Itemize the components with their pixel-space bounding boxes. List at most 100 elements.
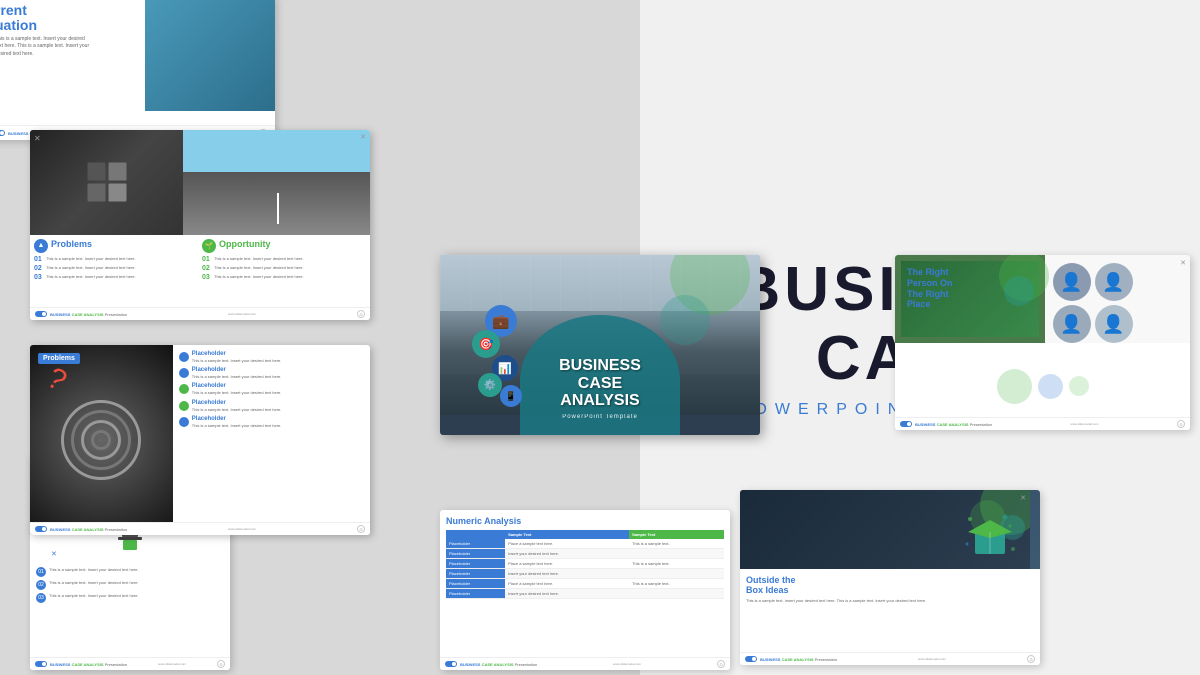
rp-right: 👤 👤 👤 👤 ✕	[1045, 255, 1191, 343]
problem-num-1: 01	[34, 256, 44, 263]
numeric-brand: BUSINESS CASE ANALYSIS Presentation	[460, 662, 537, 667]
row-val1-3: Place a sample text here.	[505, 559, 629, 569]
row-val2-3: This is a sample text.	[629, 559, 724, 569]
slide2-close: ✕	[360, 133, 366, 141]
slide2-header: ✕ ✕	[30, 130, 370, 235]
slide2-road	[183, 130, 370, 235]
ph-circle-4	[179, 401, 189, 411]
ph-row-2: Placeholder This is a sample text. Inser…	[179, 367, 364, 379]
numeric-toggle	[445, 661, 457, 667]
slide-problems-maze[interactable]: ? Problems Placeholder This is a sample …	[30, 345, 370, 535]
rp-header: The Right Person On The Right Place 👤 👤 …	[895, 255, 1190, 343]
problems-badge: Problems	[38, 353, 80, 364]
main-slide-subtitle: PowerPoint Template	[515, 414, 685, 420]
bulb-num-1: 01	[36, 567, 46, 577]
slide-container: rrentuation This is a sample text. Inser…	[0, 0, 640, 675]
ph-content-2: Placeholder This is a sample text. Inser…	[192, 367, 364, 379]
rp-content: The Right Person On The Right Place 👤 👤 …	[895, 255, 1190, 430]
slide2-toggle	[35, 311, 47, 317]
ph-text-3: This is a sample text. Insert your desir…	[192, 390, 364, 395]
rp-toggle	[900, 421, 912, 427]
bulb-item-2: 02 This is a sample text. Insert your de…	[36, 580, 224, 590]
maze-background: ?	[30, 345, 173, 535]
rp-deco-circle-2	[1004, 276, 1034, 306]
outside-footer: BUSINESS CASE ANALYSIS Presentation www.…	[740, 652, 1040, 665]
ph-circle-2	[179, 368, 189, 378]
slide3-right: Placeholder This is a sample text. Inser…	[173, 345, 370, 535]
opp-row-1: 01 This is a sample text. Insert your de…	[202, 256, 366, 263]
row-val1-4: Insert your desired text here.	[505, 569, 629, 579]
row-val2-1: This is a sample text.	[629, 539, 724, 549]
numeric-title: Numeric Analysis	[446, 516, 724, 526]
ph-row-1: Placeholder This is a sample text. Inser…	[179, 351, 364, 363]
deco-circle-teal	[660, 295, 710, 345]
opp-text-1: This is a sample text. Insert your desir…	[214, 256, 304, 261]
ph-circle-3	[179, 384, 189, 394]
row-label-2: Placeholder	[446, 549, 505, 559]
table-row: Placeholder Place a sample text here. Th…	[446, 539, 724, 549]
rp-zoom-icon: ⊙	[1177, 420, 1185, 428]
problem-row-2: 02 This is a sample text. Insert your de…	[34, 265, 198, 272]
row-val1-1: Place a sample text here.	[505, 539, 629, 549]
row-label-3: Placeholder	[446, 559, 505, 569]
numeric-zoom-icon: ⊙	[717, 660, 725, 668]
table-row: Placeholder Insert your desired text her…	[446, 569, 724, 579]
rp-url: www.slidemodel.com	[1071, 422, 1099, 426]
bulb-text-1: This is a sample text. Insert your desir…	[49, 567, 139, 573]
bulb-url: www.slidemodel.com	[158, 662, 186, 666]
ph-row-4: Placeholder This is a sample text. Inser…	[179, 400, 364, 412]
slide-problems-opportunity[interactable]: ✕ ✕ ▲ Problems 01 This is a sample text.…	[30, 130, 370, 320]
slide2-content: ✕ ✕ ▲ Problems 01 This is a sample text.…	[30, 130, 370, 320]
ph-text-2: This is a sample text. Insert your desir…	[192, 374, 364, 379]
row-label-1: Placeholder	[446, 539, 505, 549]
outside-title: Outside the Box Ideas	[746, 575, 1034, 595]
rp-brand: BUSINESS CASE ANALYSIS Presentation	[915, 422, 992, 427]
row-val2-4	[629, 569, 724, 579]
ph-title-4: Placeholder	[192, 400, 364, 406]
slide2-url: www.slidemodel.com	[228, 312, 256, 316]
bulb-footer: BUSINESS CASE ANALYSIS Presentation www.…	[30, 657, 230, 670]
bulb-num-2: 02	[36, 580, 46, 590]
box-icon	[965, 514, 1015, 564]
avatar-grid: 👤 👤 👤 👤	[1049, 259, 1137, 347]
maze-circles	[61, 400, 141, 480]
slide-numeric[interactable]: Numeric Analysis Sample Text Sample Text…	[440, 510, 730, 670]
maze-arrow: ?	[41, 361, 72, 399]
opp-num-2: 02	[202, 265, 212, 272]
problem-num-3: 03	[34, 274, 44, 281]
rp-body-circle-1	[997, 369, 1032, 404]
slide3-footer-left: BUSINESS CASE ANALYSIS Presentation	[35, 526, 127, 532]
opportunity-title: Opportunity	[219, 239, 271, 249]
bulb-footer-left: BUSINESS CASE ANALYSIS Presentation	[35, 661, 127, 667]
outside-header: ✕	[740, 490, 1040, 569]
ph-row-5: Placeholder This is a sample text. Inser…	[179, 416, 364, 428]
slide2-brand: BUSINESS CASE ANALYSIS Presentation	[50, 312, 127, 317]
outside-toggle	[745, 656, 757, 662]
slide-right-person[interactable]: The Right Person On The Right Place 👤 👤 …	[895, 255, 1190, 430]
ph-content-5: Placeholder This is a sample text. Inser…	[192, 416, 364, 428]
opp-text-2: This is a sample text. Insert your desir…	[214, 265, 304, 270]
slide-outside-box[interactable]: ✕ Outside the Box Ideas This is a sample…	[740, 490, 1040, 665]
bulb-item-3: 03 This is a sample text. Insert your de…	[36, 593, 224, 603]
slide1-image	[145, 0, 276, 111]
slide2-problems-panel: ▲ Problems 01 This is a sample text. Ins…	[34, 239, 198, 317]
x-mark-3: ✕	[51, 550, 57, 558]
slide-top-partial[interactable]: rrentuation This is a sample text. Inser…	[0, 0, 275, 140]
bulb-num-3: 03	[36, 593, 46, 603]
problem-text-3: This is a sample text. Insert your desir…	[46, 274, 136, 279]
slide3-url: www.slidemodel.com	[228, 527, 256, 531]
slide2-img-left	[30, 130, 183, 235]
problems-title: Problems	[51, 239, 92, 249]
main-text-block: BUSINESS CASE ANALYSIS PowerPoint Templa…	[515, 357, 685, 420]
opp-num-1: 01	[202, 256, 212, 263]
numeric-footer: BUSINESS CASE ANALYSIS Presentation www.…	[440, 657, 730, 670]
outside-close: ✕	[1020, 494, 1026, 502]
opp-row-2: 02 This is a sample text. Insert your de…	[202, 265, 366, 272]
row-val2-6	[629, 589, 724, 599]
problem-num-2: 02	[34, 265, 44, 272]
outside-text: This is a sample text. Insert your desir…	[746, 598, 1034, 604]
slide-main[interactable]: 💼 🎯 📊 ⚙️ 📱 BUSINESS CASE ANALYSIS PowerP…	[440, 255, 760, 435]
bulb-text-3: This is a sample text. Insert your desir…	[49, 593, 139, 599]
avatar-3: 👤	[1053, 305, 1091, 343]
problem-row-1: 01 This is a sample text. Insert your de…	[34, 256, 198, 263]
